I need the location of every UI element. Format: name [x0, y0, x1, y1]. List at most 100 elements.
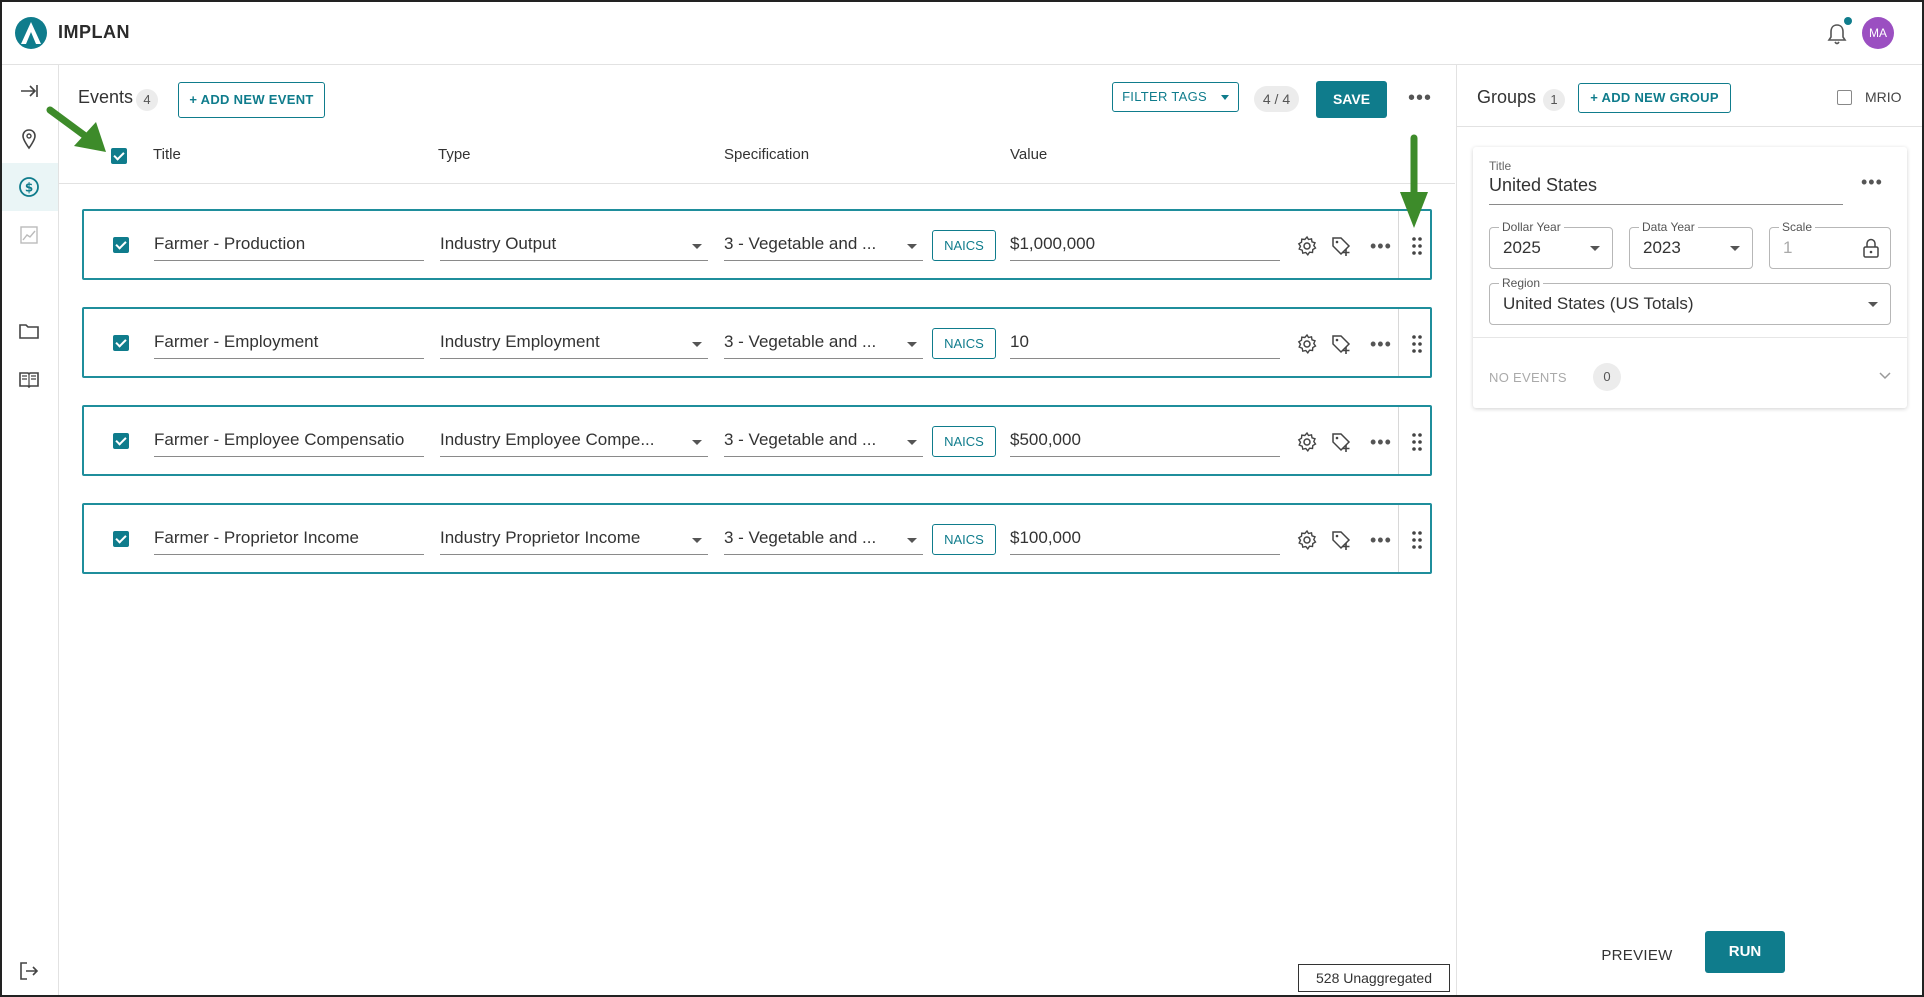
region-label: Region — [1499, 276, 1544, 290]
user-avatar[interactable]: MA — [1862, 17, 1894, 49]
event-type-value: Industry Employment — [440, 332, 600, 351]
gear-icon[interactable] — [1296, 529, 1318, 551]
group-title-input[interactable]: United States — [1489, 175, 1843, 205]
drag-handle-icon[interactable] — [1411, 334, 1423, 354]
event-value-input[interactable]: $500,000 — [1010, 427, 1280, 457]
event-value-input[interactable]: $1,000,000 — [1010, 231, 1280, 261]
groups-title: Groups — [1477, 87, 1537, 107]
naics-button[interactable]: NAICS — [932, 328, 996, 359]
caret-down-icon — [692, 244, 702, 249]
event-row-checkbox[interactable] — [113, 335, 129, 351]
drag-handle-icon[interactable] — [1411, 530, 1423, 550]
add-tag-icon[interactable] — [1330, 333, 1352, 355]
rail-logout[interactable] — [0, 947, 58, 995]
event-spec-select[interactable]: 3 - Vegetable and ... — [724, 231, 923, 261]
dollar-circle-icon: $ — [19, 177, 39, 197]
row-more-icon[interactable]: ••• — [1370, 335, 1392, 353]
drag-handle-icon[interactable] — [1411, 236, 1423, 256]
no-events-count-badge: 0 — [1593, 363, 1621, 391]
event-spec-select[interactable]: 3 - Vegetable and ... — [724, 329, 923, 359]
chevron-down-icon[interactable] — [1879, 369, 1891, 381]
event-row-checkbox[interactable] — [113, 531, 129, 547]
caret-down-icon — [692, 440, 702, 445]
naics-button[interactable]: NAICS — [932, 230, 996, 261]
group-more-icon[interactable]: ••• — [1861, 173, 1883, 191]
events-count-badge: 4 — [136, 89, 158, 111]
logout-icon — [20, 962, 39, 980]
event-spec-select[interactable]: 3 - Vegetable and ... — [724, 427, 923, 457]
implan-logo-icon[interactable] — [14, 16, 48, 50]
header-divider — [59, 183, 1455, 184]
event-type-value: Industry Employee Compe... — [440, 430, 655, 449]
event-type-value: Industry Proprietor Income — [440, 528, 641, 547]
rail-docs[interactable] — [0, 355, 58, 403]
caret-down-icon — [692, 342, 702, 347]
selection-count: 4 / 4 — [1254, 86, 1299, 112]
caret-down-icon — [907, 244, 917, 249]
filter-tags-button[interactable]: FILTER TAGS — [1112, 82, 1239, 112]
event-title-input[interactable]: Farmer - Employment — [154, 329, 424, 359]
scale-input[interactable]: Scale 1 — [1769, 220, 1891, 269]
drag-handle-icon[interactable] — [1411, 432, 1423, 452]
rail-folder[interactable] — [0, 307, 58, 355]
rail-events[interactable]: $ — [0, 163, 58, 211]
event-row-checkbox[interactable] — [113, 237, 129, 253]
save-button[interactable]: SAVE — [1316, 81, 1387, 118]
event-row-checkbox[interactable] — [113, 433, 129, 449]
event-type-select[interactable]: Industry Employment — [440, 329, 708, 359]
add-tag-icon[interactable] — [1330, 235, 1352, 257]
group-title-label: Title — [1489, 159, 1512, 173]
gear-icon[interactable] — [1296, 431, 1318, 453]
add-tag-icon[interactable] — [1330, 431, 1352, 453]
no-events-label: NO EVENTS — [1489, 370, 1567, 385]
data-year-label: Data Year — [1639, 220, 1698, 234]
preview-button[interactable]: PREVIEW — [1587, 936, 1687, 976]
row-more-icon[interactable]: ••• — [1370, 237, 1392, 255]
event-type-select[interactable]: Industry Proprietor Income — [440, 525, 708, 555]
gear-icon[interactable] — [1296, 333, 1318, 355]
event-row: Farmer - Production Industry Output 3 - … — [82, 209, 1432, 280]
dollar-year-select[interactable]: Dollar Year 2025 — [1489, 220, 1613, 269]
naics-button[interactable]: NAICS — [932, 524, 996, 555]
region-select[interactable]: Region United States (US Totals) — [1489, 276, 1891, 325]
caret-down-icon — [1220, 95, 1229, 101]
event-title-input[interactable]: Farmer - Employee Compensatio — [154, 427, 424, 457]
event-type-value: Industry Output — [440, 234, 557, 253]
event-type-select[interactable]: Industry Output — [440, 231, 708, 261]
event-row: Farmer - Employee Compensatio Industry E… — [82, 405, 1432, 476]
event-value-input[interactable]: $100,000 — [1010, 525, 1280, 555]
event-row: Farmer - Proprietor Income Industry Prop… — [82, 503, 1432, 574]
event-title-input[interactable]: Farmer - Proprietor Income — [154, 525, 424, 555]
events-more-icon[interactable]: ••• — [1408, 88, 1432, 108]
notification-bell-icon[interactable] — [1826, 22, 1848, 46]
gear-icon[interactable] — [1296, 235, 1318, 257]
lock-icon[interactable] — [1862, 238, 1880, 258]
caret-down-icon — [907, 538, 917, 543]
event-spec-value: 3 - Vegetable and ... — [724, 430, 877, 449]
data-year-select[interactable]: Data Year 2023 — [1629, 220, 1753, 269]
caret-down-icon — [907, 440, 917, 445]
dollar-year-label: Dollar Year — [1499, 220, 1564, 234]
event-value-input[interactable]: 10 — [1010, 329, 1280, 359]
row-more-icon[interactable]: ••• — [1370, 433, 1392, 451]
run-button[interactable]: RUN — [1705, 931, 1785, 973]
row-more-icon[interactable]: ••• — [1370, 531, 1392, 549]
column-header-type: Type — [438, 146, 471, 163]
add-new-group-button[interactable]: + ADD NEW GROUP — [1578, 83, 1731, 113]
select-all-checkbox[interactable] — [111, 148, 127, 164]
caret-down-icon — [692, 538, 702, 543]
group-card: Title United States ••• Dollar Year 2025… — [1473, 147, 1907, 408]
expand-arrow-icon — [21, 85, 38, 97]
event-title-input[interactable]: Farmer - Production — [154, 231, 424, 261]
add-tag-icon[interactable] — [1330, 529, 1352, 551]
rail-results[interactable] — [0, 211, 58, 259]
groups-header-divider — [1457, 126, 1923, 127]
event-type-select[interactable]: Industry Employee Compe... — [440, 427, 708, 457]
add-new-event-button[interactable]: + ADD NEW EVENT — [178, 82, 325, 118]
naics-button[interactable]: NAICS — [932, 426, 996, 457]
groups-count-badge: 1 — [1543, 89, 1565, 111]
mrio-label: MRIO — [1865, 89, 1902, 105]
event-spec-select[interactable]: 3 - Vegetable and ... — [724, 525, 923, 555]
mrio-checkbox[interactable] — [1837, 90, 1852, 105]
chart-icon — [20, 226, 38, 244]
